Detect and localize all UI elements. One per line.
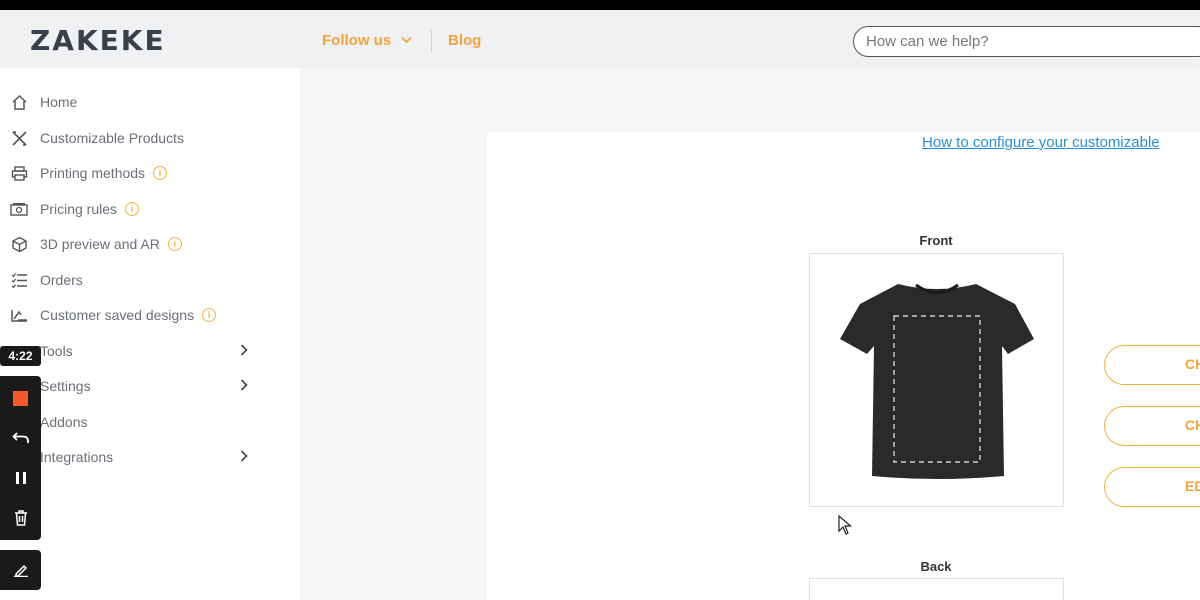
sidebar-item-pricing-rules[interactable]: Pricing rules i [10,197,140,221]
pen-icon [13,564,28,577]
sidebar-item-customizable-products[interactable]: Customizable Products [10,126,184,150]
sidebar-item-3d-preview[interactable]: 3D preview and AR i [10,232,182,256]
front-side-preview[interactable] [809,253,1064,507]
back-side-preview[interactable] [809,578,1064,600]
change-button-1[interactable]: CH [1104,345,1200,385]
home-icon [10,93,28,111]
sidebar-item-customer-saved-designs[interactable]: Customer saved designs i [10,303,217,327]
sidebar-item-printing-methods[interactable]: Printing methods i [10,161,168,185]
undo-button[interactable] [0,418,41,458]
sidebar-item-orders[interactable]: Orders [10,268,83,292]
tshirt-front-image [840,283,1034,479]
sidebar-item-label: Tools [40,343,73,359]
stop-icon [13,390,28,406]
follow-us-menu[interactable]: Follow us [322,32,412,49]
app-window: ZAKEKE Follow us Blog Home Customizable … [0,10,1200,600]
chevron-down-icon [401,35,412,47]
zakeke-logo[interactable]: ZAKEKE [30,24,166,57]
stop-recording-button[interactable] [0,378,41,418]
edit-button[interactable]: EDI [1104,467,1200,507]
annotate-button[interactable] [0,550,41,590]
sidebar-item-label: Pricing rules [40,201,118,217]
trash-icon [14,510,27,526]
recorder-toolbar [0,376,41,540]
back-side-label: Back [920,559,952,574]
sidebar-item-label: Addons [40,414,88,430]
designs-icon [10,306,28,324]
undo-icon [11,432,29,443]
pause-button[interactable] [0,458,41,498]
sidebar-item-label: Customizable Products [40,130,184,146]
info-icon[interactable]: i [125,202,140,216]
recording-timer: 4:22 [0,346,41,366]
info-icon[interactable]: i [153,166,168,180]
sidebar-item-label: Orders [40,272,83,288]
blog-link[interactable]: Blog [448,32,481,49]
info-icon[interactable]: i [167,237,182,251]
chevron-right-icon [240,449,248,465]
sidebar: Home Customizable Products Printing meth… [0,68,300,600]
pause-icon [15,472,26,484]
sidebar-item-label: Settings [40,378,91,394]
tools-icon [10,129,28,147]
list-icon [10,271,28,289]
nav-divider [431,30,432,52]
how-to-configure-link[interactable]: How to configure your customizable [922,134,1160,151]
front-side-label: Front [919,233,953,248]
sidebar-item-home[interactable]: Home [10,90,77,114]
cube-icon [10,235,28,253]
search-input[interactable] [853,26,1200,57]
mouse-cursor-icon [838,514,853,540]
sidebar-item-label: Printing methods [40,165,146,181]
info-icon[interactable]: i [202,308,217,322]
sidebar-item-label: Integrations [40,449,114,465]
delete-recording-button[interactable] [0,498,41,538]
follow-us-label: Follow us [322,32,392,49]
top-header: ZAKEKE Follow us Blog [0,10,1200,68]
change-button-2[interactable]: CH [1104,406,1200,446]
money-icon [10,200,28,218]
printer-icon [10,164,28,182]
sidebar-item-label: Customer saved designs [40,307,195,323]
sidebar-item-label: 3D preview and AR [40,236,160,252]
chevron-right-icon [240,343,248,359]
chevron-right-icon [240,378,248,394]
sidebar-item-label: Home [40,94,78,110]
